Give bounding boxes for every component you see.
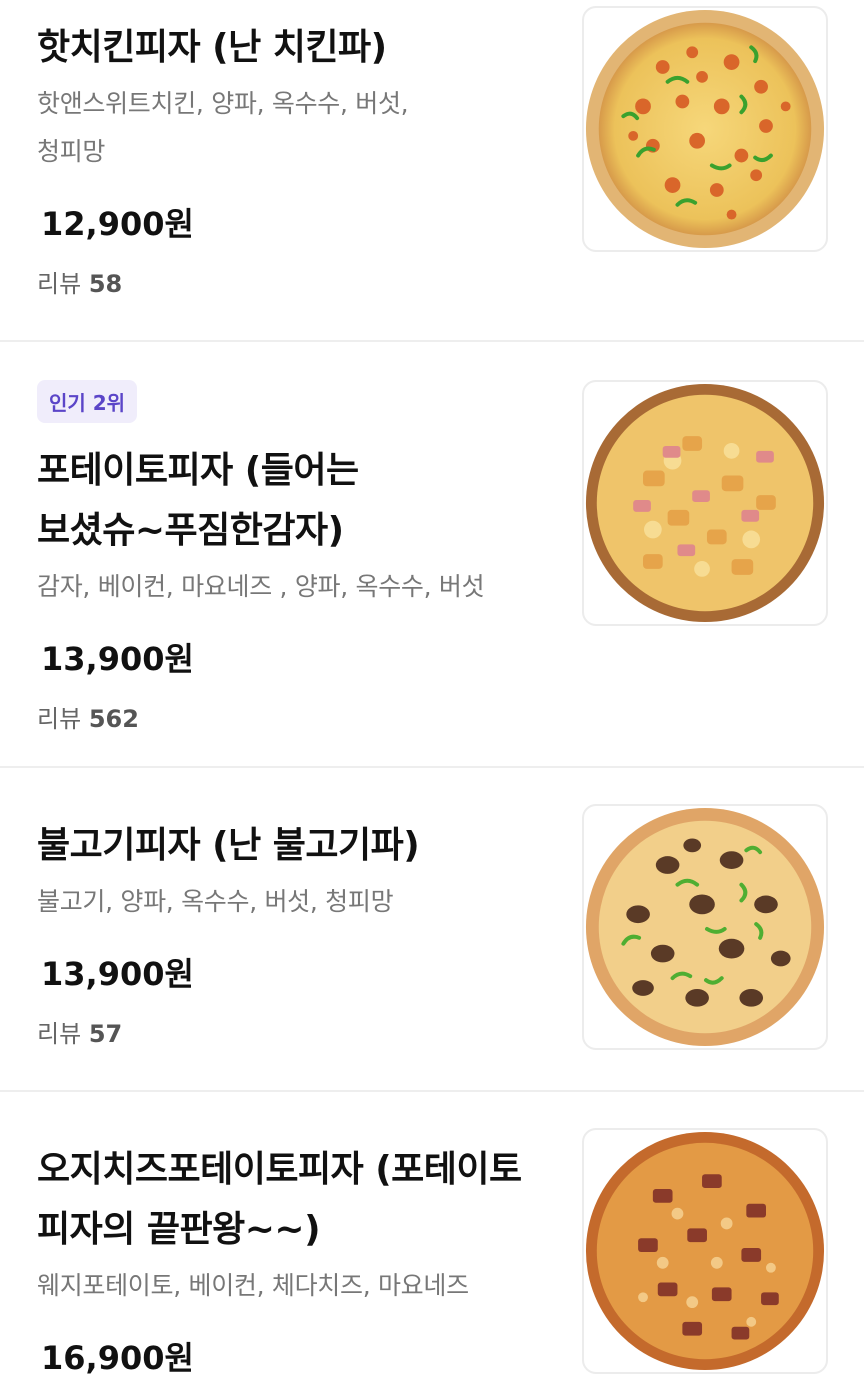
menu-item-info: 핫치킨피자 (난 치킨파) 핫앤스위트치킨, 양파, 옥수수, 버섯, 청피망 … — [37, 18, 567, 300]
name-line: 포테이토피자 (들어는 — [37, 450, 359, 491]
pizza-photo-icon — [585, 383, 825, 623]
menu-item-description: 감자, 베이컨, 마요네즈 , 양파, 옥수수, 버섯 — [37, 563, 567, 611]
menu-item-price: 13,900원 — [41, 955, 194, 993]
menu-list: 핫치킨피자 (난 치킨파) 핫앤스위트치킨, 양파, 옥수수, 버섯, 청피망 … — [0, 0, 864, 1392]
menu-item-price: 13,900원 — [41, 640, 194, 678]
review-label: 리뷰 — [37, 705, 82, 733]
menu-item-review: 리뷰 58 — [37, 268, 567, 300]
review-count: 57 — [88, 1020, 123, 1048]
name-line: 오지치즈포테이토피자 (포테이토 — [37, 1149, 522, 1190]
menu-item-review: 리뷰 562 — [37, 703, 567, 735]
pizza-photo-icon — [585, 1131, 825, 1371]
review-label: 리뷰 — [37, 1020, 82, 1048]
menu-item-name: 오지치즈포테이토피자 (포테이토 피자의 끝판왕~~) — [37, 1140, 567, 1260]
description-line: 웨지포테이토, 베이컨, 체다치즈, 마요네즈 — [37, 1271, 469, 1300]
review-count: 562 — [88, 705, 139, 733]
description-line: 감자, 베이컨, 마요네즈 , 양파, 옥수수, 버섯 — [37, 572, 485, 601]
menu-item-hot-chicken-pizza[interactable]: 핫치킨피자 (난 치킨파) 핫앤스위트치킨, 양파, 옥수수, 버섯, 청피망 … — [0, 0, 864, 342]
ozzy-cheese-potato-pizza-image[interactable] — [582, 1128, 828, 1374]
menu-item-description: 웨지포테이토, 베이컨, 체다치즈, 마요네즈 — [37, 1262, 567, 1310]
menu-item-info: 불고기피자 (난 불고기파) 불고기, 양파, 옥수수, 버섯, 청피망 13,… — [37, 816, 567, 1050]
menu-item-potato-pizza[interactable]: 인기 2위 포테이토피자 (들어는 보셨슈~푸짐한감자) 감자, 베이컨, 마요… — [0, 342, 864, 768]
menu-item-description: 핫앤스위트치킨, 양파, 옥수수, 버섯, 청피망 — [37, 80, 567, 176]
pizza-photo-icon — [585, 9, 825, 249]
menu-item-review: 리뷰 57 — [37, 1018, 567, 1050]
menu-item-name: 핫치킨피자 (난 치킨파) — [37, 27, 387, 68]
pizza-photo-icon — [585, 807, 825, 1047]
menu-item-info: 인기 2위 포테이토피자 (들어는 보셨슈~푸짐한감자) 감자, 베이컨, 마요… — [37, 380, 567, 735]
potato-pizza-image[interactable] — [582, 380, 828, 626]
name-line: 보셨슈~푸짐한감자) — [37, 510, 344, 551]
menu-item-description: 불고기, 양파, 옥수수, 버섯, 청피망 — [37, 878, 567, 926]
menu-item-name: 불고기피자 (난 불고기파) — [37, 825, 420, 866]
hot-chicken-pizza-image[interactable] — [582, 6, 828, 252]
menu-item-info: 오지치즈포테이토피자 (포테이토 피자의 끝판왕~~) 웨지포테이토, 베이컨,… — [37, 1140, 567, 1378]
popularity-badge: 인기 2위 — [37, 380, 138, 423]
menu-item-price: 12,900원 — [41, 205, 194, 243]
menu-item-name: 포테이토피자 (들어는 보셨슈~푸짐한감자) — [37, 441, 567, 561]
menu-item-ozzy-cheese-potato-pizza[interactable]: 오지치즈포테이토피자 (포테이토 피자의 끝판왕~~) 웨지포테이토, 베이컨,… — [0, 1092, 864, 1392]
review-label: 리뷰 — [37, 270, 82, 298]
description-line: 청피망 — [37, 137, 106, 166]
menu-item-bulgogi-pizza[interactable]: 불고기피자 (난 불고기파) 불고기, 양파, 옥수수, 버섯, 청피망 13,… — [0, 768, 864, 1092]
review-count: 58 — [88, 270, 123, 298]
name-line: 피자의 끝판왕~~) — [37, 1209, 321, 1250]
description-line: 불고기, 양파, 옥수수, 버섯, 청피망 — [37, 887, 394, 916]
bulgogi-pizza-image[interactable] — [582, 804, 828, 1050]
menu-item-price: 16,900원 — [41, 1339, 194, 1377]
description-line: 핫앤스위트치킨, 양파, 옥수수, 버섯, — [37, 89, 409, 118]
